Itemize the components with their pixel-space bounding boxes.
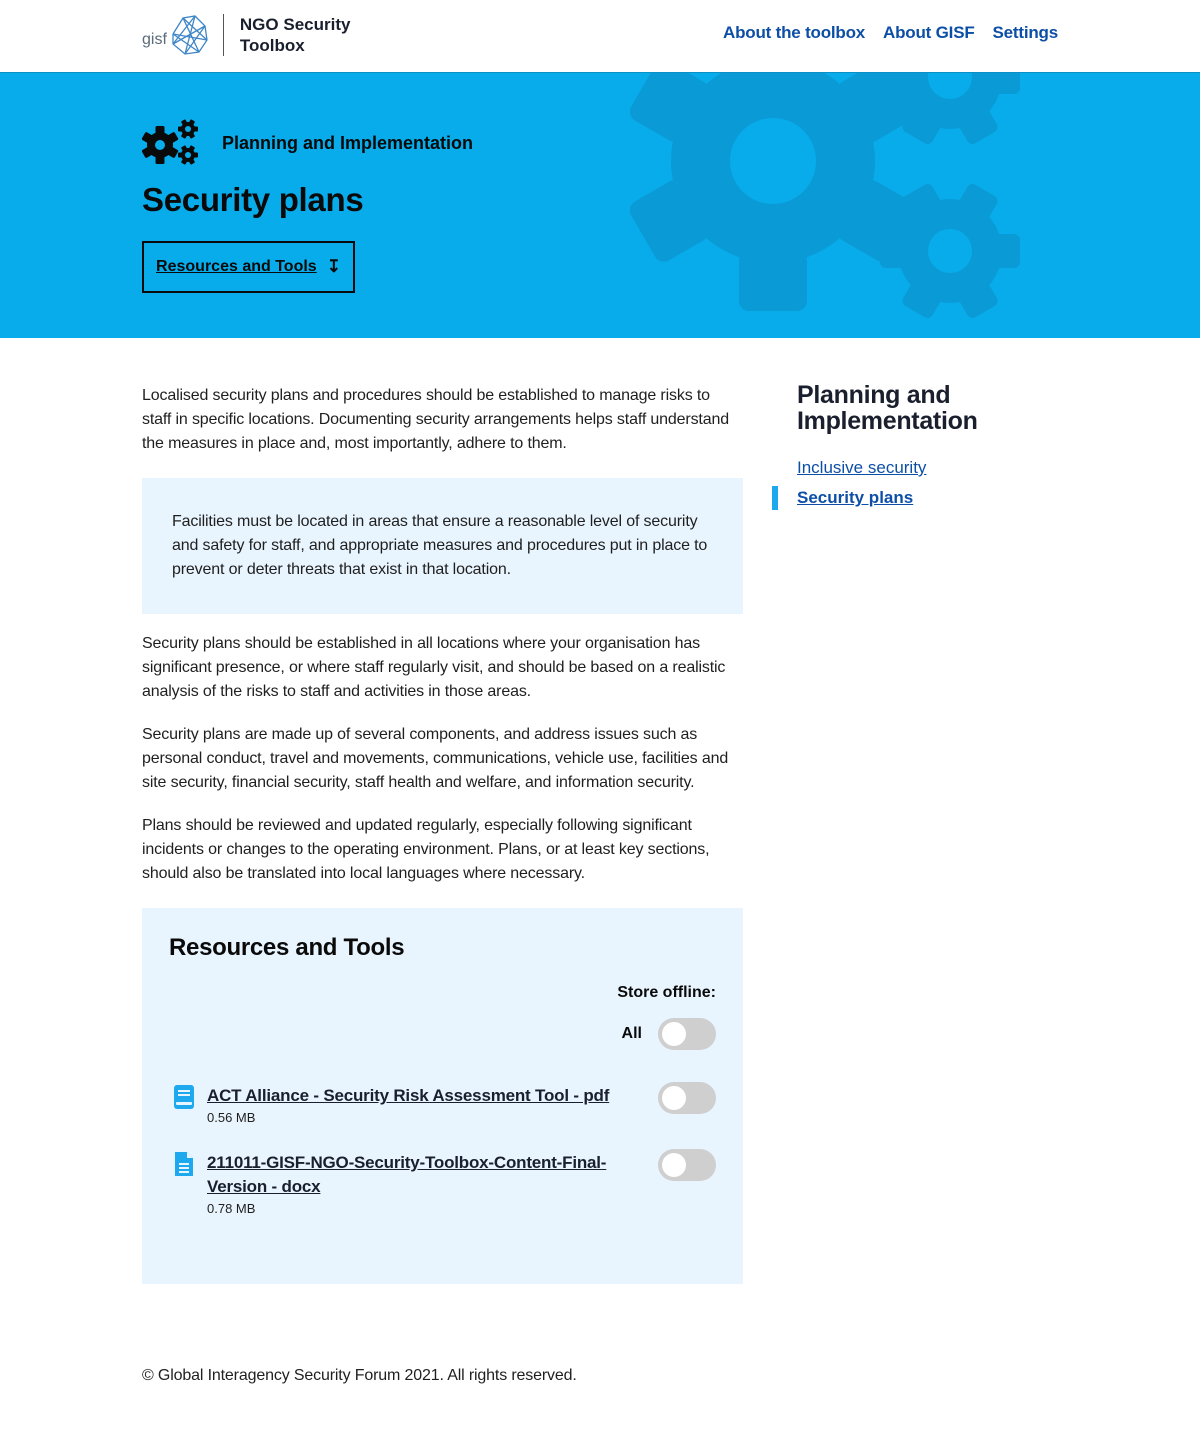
resource-offline-toggle[interactable]	[658, 1082, 716, 1114]
resource-item: ACT Alliance - Security Risk Assessment …	[169, 1082, 716, 1125]
resources-and-tools-jump-label: Resources and Tools	[156, 258, 317, 275]
resources-and-tools-jump-button[interactable]: Resources and Tools ↧	[142, 241, 355, 293]
resource-body: ACT Alliance - Security Risk Assessment …	[207, 1084, 658, 1125]
resource-link[interactable]: 211011-GISF-NGO-Security-Toolbox-Content…	[207, 1151, 637, 1199]
top-navigation: About the toolbox About GISF Settings	[723, 23, 1058, 43]
body-paragraph: Security plans are made up of several co…	[142, 726, 729, 791]
hero-category-label: Planning and Implementation	[222, 132, 474, 153]
sidebar-nav: Inclusive security Security plans	[772, 458, 1057, 510]
decorative-gears-background-icon	[630, 73, 1020, 318]
store-all-toggle[interactable]	[658, 1018, 716, 1050]
page-title: Security plans	[142, 181, 364, 218]
resource-size: 0.78 MB	[207, 1201, 256, 1216]
nav-about-toolbox[interactable]: About the toolbox	[723, 23, 865, 43]
gisf-wordmark: gisf	[142, 31, 167, 48]
resource-link[interactable]: ACT Alliance - Security Risk Assessment …	[207, 1084, 637, 1108]
gisf-network-logo-icon	[172, 15, 208, 55]
body-paragraph: Plans should be reviewed and updated reg…	[142, 817, 710, 882]
store-all-row: All	[169, 1018, 716, 1050]
home-logo-link[interactable]: gisf NGO Security Toolbox	[142, 13, 360, 57]
store-all-label: All	[621, 1025, 642, 1042]
hero-category: Planning and Implementation	[142, 119, 473, 167]
resources-and-tools-section: Resources and Tools Store offline: All A…	[142, 908, 743, 1284]
sidebar-title: Planning and Implementation	[797, 381, 978, 435]
document-icon	[175, 1152, 193, 1176]
sidebar-item-security-plans[interactable]: Security plans	[772, 486, 1057, 510]
store-offline-label: Store offline:	[617, 984, 716, 1001]
logo-divider	[222, 14, 224, 56]
resource-list: ACT Alliance - Security Risk Assessment …	[169, 1082, 716, 1216]
main-content: Localised security plans and procedures …	[142, 384, 743, 1284]
resource-size: 0.56 MB	[207, 1110, 256, 1125]
resource-item: 211011-GISF-NGO-Security-Toolbox-Content…	[169, 1149, 716, 1216]
resources-title: Resources and Tools	[169, 934, 405, 961]
hero-banner: Planning and Implementation Security pla…	[0, 72, 1200, 338]
nav-about-gisf[interactable]: About GISF	[883, 23, 975, 43]
body-paragraph: Security plans should be established in …	[142, 635, 726, 700]
site-header: gisf NGO Security Toolbox About the tool…	[0, 0, 1200, 72]
section-sidebar: Planning and Implementation Inclusive se…	[772, 381, 1057, 518]
gears-icon	[142, 119, 198, 165]
resource-offline-toggle[interactable]	[658, 1149, 716, 1181]
resource-body: 211011-GISF-NGO-Security-Toolbox-Content…	[207, 1151, 658, 1216]
intro-paragraph: Localised security plans and procedures …	[142, 387, 729, 452]
site-title: NGO Security Toolbox	[239, 15, 351, 55]
book-icon	[174, 1085, 194, 1109]
nav-settings[interactable]: Settings	[993, 23, 1059, 43]
arrow-down-icon: ↧	[326, 257, 341, 276]
footer-copyright: © Global Interagency Security Forum 2021…	[142, 1367, 577, 1384]
sidebar-item-inclusive-security[interactable]: Inclusive security	[797, 458, 1057, 478]
callout-text: Facilities must be located in areas that…	[172, 513, 708, 578]
callout-box: Facilities must be located in areas that…	[142, 478, 743, 614]
